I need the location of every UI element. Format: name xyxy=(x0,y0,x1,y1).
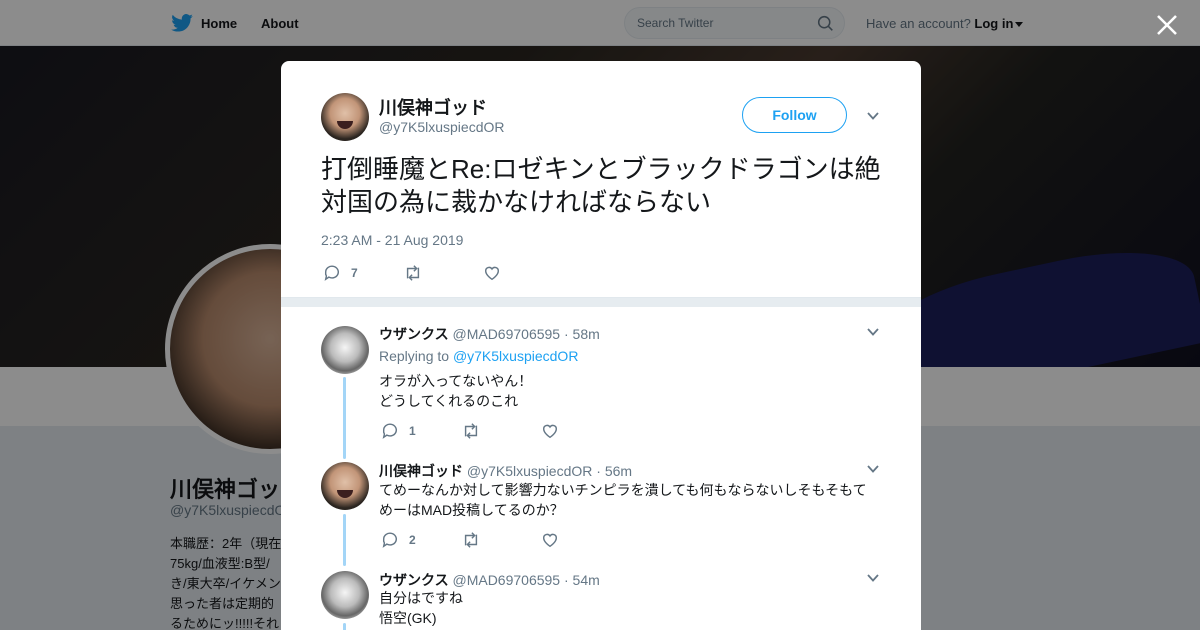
author-name[interactable]: 川俣神ゴッド xyxy=(379,94,487,120)
reply-avatar[interactable] xyxy=(321,326,369,374)
tweet-text: 打倒睡魔とRe:ロゼキンとブラックドラゴンは絶対国の為に裁かなければならない xyxy=(321,154,881,217)
reply-author-handle[interactable]: @y7K5lxuspiecdOR xyxy=(467,463,593,479)
reply-icon xyxy=(324,265,339,281)
reply-header: ウザンクス @MAD69706595 · 54m xyxy=(379,570,600,590)
retweet-icon xyxy=(464,423,478,439)
reply-button[interactable]: 1 xyxy=(381,422,461,440)
chevron-down-icon[interactable] xyxy=(866,462,880,476)
reply-icon xyxy=(382,532,397,548)
reply-text: てめーなんか対して影響力ないチンピラを潰しても何もならないしそもそもてめーはMA… xyxy=(379,482,867,518)
reply-author-handle[interactable]: @MAD69706595 xyxy=(452,572,560,588)
thread-line xyxy=(343,377,346,459)
heart-icon xyxy=(542,533,558,548)
reply-avatar[interactable] xyxy=(321,571,369,619)
reply-author-name[interactable]: ウザンクス xyxy=(379,572,449,588)
author-handle[interactable]: @y7K5lxuspiecdOR xyxy=(379,119,505,135)
reply-header: 川俣神ゴッド @y7K5lxuspiecdOR · 56m xyxy=(379,461,632,481)
reply-text: 自分はですね 悟空(GK) xyxy=(379,590,463,626)
retweet-button[interactable] xyxy=(403,264,483,282)
like-button[interactable] xyxy=(483,264,563,282)
reply-actions: 2 xyxy=(381,531,621,549)
reply-author-name[interactable]: ウザンクス xyxy=(379,326,449,342)
tweet-modal: 川俣神ゴッド @y7K5lxuspiecdOR Follow 打倒睡魔とRe:ロ… xyxy=(281,61,921,630)
follow-button[interactable]: Follow xyxy=(742,97,847,133)
retweet-icon xyxy=(406,265,420,281)
reply-time[interactable]: · 56m xyxy=(596,463,632,479)
reply-count: 2 xyxy=(409,533,416,547)
reply-author-name[interactable]: 川俣神ゴッド xyxy=(379,463,463,479)
reply-text: オラが入ってないやん！ どうしてくれるのこれ xyxy=(379,373,533,409)
section-divider xyxy=(281,297,921,307)
reply-button[interactable]: 7 xyxy=(323,264,403,282)
reply-icon xyxy=(382,423,397,439)
reply-button[interactable]: 2 xyxy=(381,531,461,549)
thread-line xyxy=(343,623,346,630)
reply-avatar[interactable] xyxy=(321,462,369,510)
replying-to-link[interactable]: @y7K5lxuspiecdOR xyxy=(453,348,579,364)
retweet-button[interactable] xyxy=(461,531,541,549)
like-button[interactable] xyxy=(541,531,621,549)
replying-prefix: Replying to xyxy=(379,348,450,364)
reply-author-handle[interactable]: @MAD69706595 xyxy=(452,326,560,342)
reply-count: 7 xyxy=(351,266,358,280)
author-avatar[interactable] xyxy=(321,93,369,141)
like-button[interactable] xyxy=(541,422,621,440)
tweet-actions: 7 xyxy=(323,264,563,282)
thread-line xyxy=(343,514,346,566)
chevron-down-icon[interactable] xyxy=(866,571,880,585)
tweet-timestamp[interactable]: 2:23 AM - 21 Aug 2019 xyxy=(321,232,463,248)
chevron-down-icon[interactable] xyxy=(866,325,880,339)
retweet-button[interactable] xyxy=(461,422,541,440)
reply-count: 1 xyxy=(409,424,416,438)
retweet-icon xyxy=(464,532,478,548)
reply-time[interactable]: · 54m xyxy=(564,572,600,588)
reply-header: ウザンクス @MAD69706595 · 58m xyxy=(379,324,600,344)
heart-icon xyxy=(542,424,558,439)
reply-time[interactable]: · 58m xyxy=(564,326,600,342)
reply-actions: 1 xyxy=(381,422,621,440)
replying-to: Replying to @y7K5lxuspiecdOR xyxy=(379,348,578,364)
close-icon[interactable] xyxy=(1154,12,1180,38)
heart-icon xyxy=(484,266,500,281)
chevron-down-icon[interactable] xyxy=(866,109,880,123)
